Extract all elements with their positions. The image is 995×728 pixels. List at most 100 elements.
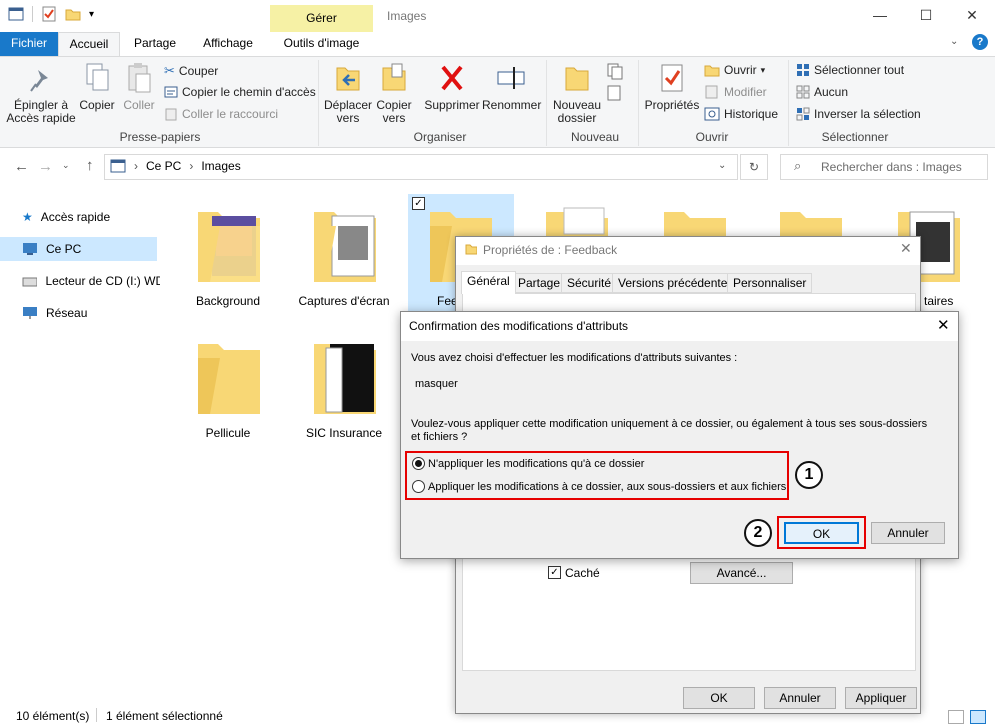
move-to-button[interactable]: Déplacer vers	[322, 62, 374, 125]
advanced-button[interactable]: Avancé...	[690, 562, 793, 584]
cut-button[interactable]: ✂ Couper	[164, 63, 218, 79]
annotation-marker-2: 2	[744, 519, 772, 547]
qat-dropdown-icon[interactable]: ▾	[89, 9, 94, 20]
folder-pellicule[interactable]	[196, 338, 262, 418]
select-none-icon	[796, 85, 810, 99]
new-folder-qat-icon[interactable]	[65, 6, 81, 22]
copy-button[interactable]: Copier	[78, 62, 116, 112]
breadcrumb-ce-pc[interactable]: Ce PC	[146, 159, 181, 173]
up-arrow-icon[interactable]: ↑	[86, 157, 94, 174]
breadcrumb: › Ce PC › Images	[110, 159, 241, 173]
nav-item-reseau[interactable]: Réseau	[22, 301, 160, 325]
new-folder-label: Nouveau dossier	[552, 98, 602, 125]
pin-icon	[30, 70, 48, 92]
open-icon	[704, 65, 720, 77]
delete-button[interactable]: Supprimer	[422, 62, 482, 112]
folder-icon	[546, 207, 608, 236]
folder-captures[interactable]	[312, 206, 378, 286]
tab-partage[interactable]: Partage	[126, 32, 184, 56]
properties-cancel-button[interactable]: Annuler	[764, 687, 836, 709]
tab-accueil[interactable]: Accueil	[58, 32, 120, 57]
recent-dropdown-icon[interactable]: ⌄	[62, 160, 70, 171]
folder-background[interactable]	[196, 206, 262, 286]
ribbon-separator	[638, 60, 639, 146]
scissors-icon: ✂	[164, 63, 175, 78]
radio-recursive[interactable]	[412, 480, 425, 493]
properties-ok-button[interactable]: OK	[683, 687, 755, 709]
paste-shortcut-label: Coller le raccourci	[182, 107, 279, 121]
nav-item-acces-rapide[interactable]: ★ Accès rapide	[22, 205, 160, 229]
minimize-button[interactable]: —	[857, 0, 903, 30]
hidden-label: Caché	[565, 566, 600, 580]
apply-button[interactable]: Appliquer	[845, 687, 917, 709]
easy-access-button[interactable]	[606, 84, 628, 105]
tab-securite[interactable]: Sécurité	[561, 273, 618, 293]
pin-quick-access-button[interactable]: Épingler à Accès rapide	[6, 66, 76, 125]
confirm-cancel-button[interactable]: Annuler	[871, 522, 945, 544]
file-label: Captures d'écran	[298, 294, 390, 308]
tab-fichier[interactable]: Fichier	[0, 32, 58, 56]
title-bar	[0, 0, 995, 32]
paste-shortcut-icon	[165, 108, 177, 121]
paste-button[interactable]: Coller	[120, 62, 158, 112]
folder-sic-insurance[interactable]	[312, 338, 378, 418]
tab-personnaliser[interactable]: Personnaliser	[727, 273, 813, 293]
forward-arrow-icon[interactable]: →	[38, 158, 53, 175]
selection-checkbox[interactable]: ✓	[412, 197, 425, 210]
context-tab-gerer[interactable]: Gérer	[270, 5, 373, 32]
breadcrumb-images[interactable]: Images	[201, 159, 240, 173]
selected-count: 1 élément sélectionné	[106, 709, 223, 723]
file-label: Background	[195, 294, 261, 308]
tab-general[interactable]: Général	[461, 271, 516, 294]
collapse-ribbon-icon[interactable]: ⌄	[950, 36, 958, 47]
move-to-icon	[336, 67, 360, 91]
address-dropdown-icon[interactable]: ⌄	[718, 160, 726, 171]
large-icons-view-icon[interactable]	[970, 710, 986, 724]
group-label-presse-papiers: Presse-papiers	[119, 130, 201, 144]
properties-qat-icon[interactable]	[41, 6, 57, 22]
nav-item-ce-pc[interactable]: Ce PC	[0, 237, 157, 261]
confirm-ok-button[interactable]: OK	[784, 522, 859, 544]
properties-close-icon[interactable]: ✕	[900, 240, 912, 257]
history-button[interactable]: Historique	[704, 107, 778, 121]
tab-outils-image[interactable]: Outils d'image	[270, 32, 373, 56]
tab-partage-props[interactable]: Partage	[512, 273, 567, 293]
nav-item-cd-drive[interactable]: Lecteur de CD (I:) WD	[22, 269, 160, 293]
edit-button[interactable]: Modifier	[704, 85, 767, 99]
invert-selection-button[interactable]: Inverser la sélection	[796, 107, 921, 121]
option-recursive[interactable]: Appliquer les modifications à ce dossier…	[412, 480, 786, 493]
tab-versions[interactable]: Versions précédentes	[612, 273, 740, 293]
refresh-icon[interactable]: ↻	[740, 154, 768, 180]
select-all-button[interactable]: Sélectionner tout	[796, 63, 904, 77]
copy-to-button[interactable]: Copier vers	[374, 62, 414, 125]
open-label: Ouvrir	[724, 63, 757, 77]
close-window-button[interactable]: ✕	[949, 0, 995, 30]
folder-icon	[465, 243, 478, 258]
group-label-selectionner: Sélectionner	[821, 130, 889, 144]
select-none-button[interactable]: Aucun	[796, 85, 848, 99]
rename-button[interactable]: Renommer	[482, 62, 541, 112]
properties-button[interactable]: Propriétés	[642, 62, 702, 112]
file-label: taires	[924, 294, 954, 308]
confirm-title: Confirmation des modifications d'attribu…	[409, 319, 629, 333]
new-item-button[interactable]	[606, 62, 628, 83]
paste-shortcut-button[interactable]: Coller le raccourci	[164, 107, 278, 121]
tab-affichage[interactable]: Affichage	[194, 32, 262, 56]
back-arrow-icon[interactable]: ←	[14, 158, 29, 175]
confirm-close-icon[interactable]: ✕	[937, 316, 950, 334]
edit-label: Modifier	[724, 85, 767, 99]
option-this-folder[interactable]: N'appliquer les modifications qu'à ce do…	[412, 457, 644, 470]
maximize-button[interactable]: ☐	[903, 0, 949, 30]
hidden-checkbox[interactable]: ✓	[548, 566, 561, 579]
select-all-icon	[797, 64, 809, 76]
copy-path-button[interactable]: Copier le chemin d'accès	[164, 85, 316, 99]
help-icon[interactable]: ?	[972, 34, 988, 50]
group-label-organiser: Organiser	[413, 130, 467, 144]
details-view-icon[interactable]	[948, 710, 964, 724]
new-folder-icon	[565, 67, 589, 91]
new-folder-button[interactable]: Nouveau dossier	[550, 62, 604, 125]
radio-this-folder[interactable]	[412, 457, 425, 470]
properties-title: Propriétés de : Feedback	[483, 243, 618, 257]
open-button[interactable]: Ouvrir ▾	[704, 63, 765, 77]
search-input[interactable]: Rechercher dans : Images	[780, 154, 988, 180]
